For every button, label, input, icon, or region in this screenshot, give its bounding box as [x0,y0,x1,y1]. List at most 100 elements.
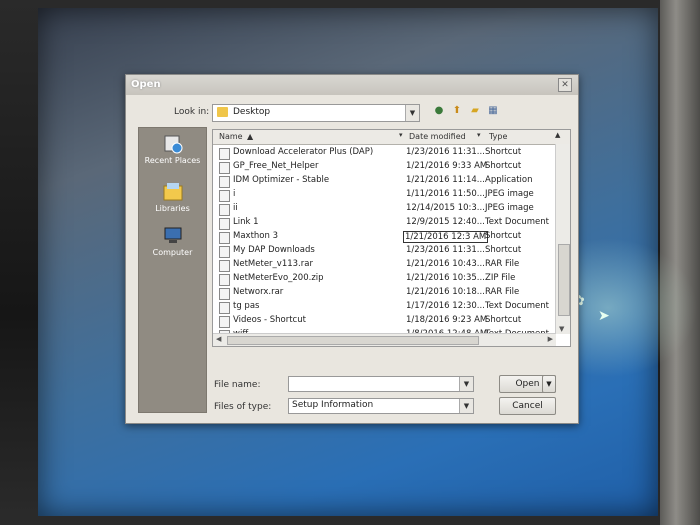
scroll-right-icon[interactable]: ▶ [548,335,553,343]
chevron-down-icon[interactable]: ▼ [459,399,473,413]
vertical-scrollbar[interactable]: ▼ [555,144,570,334]
file-date: 1/11/2016 11:50... [406,189,485,199]
libraries-icon [162,182,184,202]
file-name: NetMeterEvo_200.zip [233,273,324,283]
file-row[interactable]: Videos - Shortcut 1/18/2016 9:23 AM Shortc… [213,314,553,328]
file-icon [219,316,230,328]
file-row[interactable]: ii 12/14/2015 10:3... JPEG image [213,202,553,216]
file-date: 1/17/2016 12:30... [406,301,485,311]
column-filter-icon[interactable]: ▾ [399,131,403,139]
file-row[interactable]: i 1/11/2016 11:50... JPEG image [213,188,553,202]
file-name: Maxthon 3 [233,231,278,241]
open-dialog: Open ✕ Look in: Desktop ▼ ● ⬆ ▰ ▦ Recent… [125,74,579,424]
file-icon [219,246,230,258]
file-icon [219,232,230,244]
file-type: Text Document [485,217,549,227]
column-filter-icon[interactable]: ▾ [477,131,481,139]
file-date: 1/18/2016 9:23 AM [406,315,488,325]
cancel-button[interactable]: Cancel [499,397,556,415]
file-row[interactable]: NetMeter_v113.rar 1/21/2016 10:43... RAR F… [213,258,553,272]
file-list-header: Name ▲ ▾ Date modified ▾ Type ▲ [213,130,570,145]
scroll-up-icon[interactable]: ▲ [555,131,560,139]
place-libraries[interactable]: Libraries [139,182,206,213]
chevron-down-icon[interactable]: ▼ [405,105,419,121]
file-icon [219,288,230,300]
scrollbar-thumb[interactable] [227,336,479,345]
column-header-date[interactable]: Date modified [409,132,466,141]
back-icon[interactable]: ● [432,104,446,118]
file-row[interactable]: GP_Free_Net_Helper 1/21/2016 9:33 AM Short… [213,160,553,174]
file-type-label: Files of type: [214,402,272,412]
computer-icon [162,226,184,246]
file-type: Shortcut [485,315,522,325]
sort-up-icon: ▲ [247,132,254,141]
file-icon [219,176,230,188]
file-type: Shortcut [485,147,522,157]
file-type: JPEG image [485,203,534,213]
file-name: IDM Optimizer - Stable [233,175,330,185]
file-type-value: Setup Information [292,400,374,410]
file-row[interactable]: Maxthon 3 1/21/2016 12:3 AM Shortcut [213,230,553,244]
file-name: ii [233,203,238,213]
file-row[interactable]: My DAP Downloads 1/23/2016 11:31... Shortc… [213,244,553,258]
wallpaper-bird-icon: ➤ [598,308,610,324]
folder-icon [217,107,228,117]
scroll-left-icon[interactable]: ◀ [216,335,221,343]
look-in-dropdown[interactable]: Desktop ▼ [212,104,420,122]
new-folder-icon[interactable]: ▰ [468,104,482,118]
file-name: Videos - Shortcut [233,315,306,325]
file-type-select[interactable]: Setup Information ▼ [288,398,474,414]
scroll-down-icon[interactable]: ▼ [559,325,564,333]
file-icon [219,302,230,314]
file-type: RAR File [485,259,520,269]
file-type: Shortcut [485,161,522,171]
file-date: 1/21/2016 11:14... [406,175,485,185]
file-type: Application [485,175,533,185]
file-icon [219,190,230,202]
up-folder-icon[interactable]: ⬆ [450,104,464,118]
file-name: Networx.rar [233,287,284,297]
place-computer[interactable]: Computer [139,226,206,257]
file-type: Shortcut [485,245,522,255]
file-type: Text Document [485,301,549,311]
file-date: 1/23/2016 11:31... [406,245,485,255]
file-icon [219,260,230,272]
scrollbar-thumb[interactable] [558,244,570,316]
file-date: 1/21/2016 10:43... [406,259,485,269]
file-name: Download Accelerator Plus (DAP) [233,147,374,157]
places-bar: Recent Places Libraries Computer [138,127,207,413]
column-header-name[interactable]: Name [219,132,243,141]
file-date: 12/14/2015 10:3... [406,203,485,213]
close-icon[interactable]: ✕ [558,78,572,92]
file-name: NetMeter_v113.rar [233,259,313,269]
file-row[interactable]: Networx.rar 1/21/2016 10:18... RAR File [213,286,553,300]
file-row[interactable]: tg pas 1/17/2016 12:30... Text Document [213,300,553,314]
look-in-value: Desktop [233,107,271,117]
place-label: Libraries [155,204,190,213]
file-date: 12/9/2015 12:40... [406,217,485,227]
file-icon [219,148,230,160]
open-options-chevron-icon[interactable]: ▼ [542,375,556,393]
file-type: JPEG image [485,189,534,199]
horizontal-scrollbar[interactable]: ◀ ▶ [213,333,556,346]
file-icon [219,162,230,174]
place-recent-places[interactable]: Recent Places [139,134,206,165]
dialog-titlebar[interactable]: Open ✕ [126,75,578,95]
view-menu-icon[interactable]: ▦ [486,104,500,118]
file-icon [219,274,230,286]
dialog-title: Open [131,79,161,90]
file-name-input[interactable]: ▼ [288,376,474,392]
chevron-down-icon[interactable]: ▼ [459,377,473,391]
file-row[interactable]: Download Accelerator Plus (DAP) 1/23/2016… [213,146,553,160]
place-label: Computer [152,248,193,257]
column-header-type[interactable]: Type [489,132,507,141]
recent-places-icon [162,134,184,154]
file-name: GP_Free_Net_Helper [233,161,319,171]
file-type: Shortcut [485,231,522,241]
look-in-label: Look in: [174,107,210,117]
file-row[interactable]: NetMeterEvo_200.zip 1/21/2016 10:35... ZIP… [213,272,553,286]
file-row[interactable]: Link 1 12/9/2015 12:40... Text Document [213,216,553,230]
file-row[interactable]: IDM Optimizer - Stable 1/21/2016 11:14...… [213,174,553,188]
file-list[interactable]: Name ▲ ▾ Date modified ▾ Type ▲ Download… [212,129,571,347]
file-date: 1/23/2016 11:31... [406,147,485,157]
